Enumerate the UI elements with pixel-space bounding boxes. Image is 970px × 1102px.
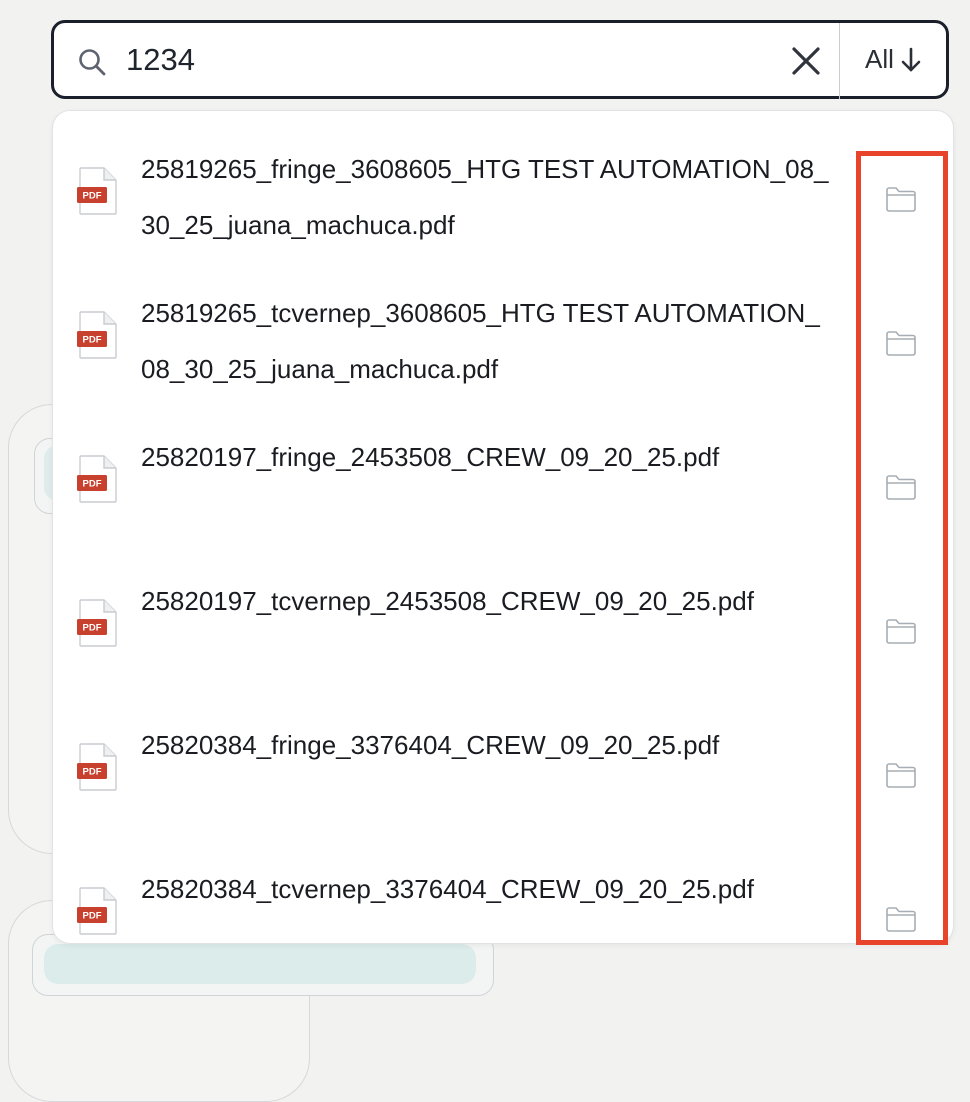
arrow-down-icon xyxy=(900,47,922,73)
pdf-badge-label: PDF xyxy=(83,335,102,346)
filter-label: All xyxy=(865,44,894,74)
pdf-file-icon: PDF xyxy=(77,455,117,503)
folder-icon[interactable] xyxy=(885,761,917,789)
pdf-badge-label: PDF xyxy=(83,767,102,778)
search-divider xyxy=(839,23,840,99)
result-item[interactable]: PDF 25820197_tcvernep_2453508_CREW_09_20_… xyxy=(53,543,953,687)
file-name: 25819265_tcvernep_3608605_HTG TEST AUTOM… xyxy=(141,298,820,384)
file-name: 25820384_fringe_3376404_CREW_09_20_25.pd… xyxy=(141,730,720,760)
file-name: 25820197_tcvernep_2453508_CREW_09_20_25.… xyxy=(141,586,754,616)
pdf-badge-label: PDF xyxy=(83,623,102,634)
result-item[interactable]: PDF 25820384_tcvernep_3376404_CREW_09_20_… xyxy=(53,831,953,943)
folder-icon[interactable] xyxy=(885,329,917,357)
close-icon xyxy=(792,47,820,75)
background-card-field-fill xyxy=(44,944,476,984)
result-item[interactable]: PDF 25820384_fringe_3376404_CREW_09_20_25… xyxy=(53,687,953,831)
folder-icon[interactable] xyxy=(885,185,917,213)
pdf-badge-label: PDF xyxy=(83,911,102,922)
pdf-file-icon: PDF xyxy=(77,311,117,359)
pdf-file-icon: PDF xyxy=(77,167,117,215)
result-item[interactable]: PDF 25820197_fringe_2453508_CREW_09_20_25… xyxy=(53,399,953,543)
file-name: 25819265_fringe_3608605_HTG TEST AUTOMAT… xyxy=(141,154,829,240)
pdf-file-icon: PDF xyxy=(77,887,117,935)
pdf-file-icon: PDF xyxy=(77,599,117,647)
pdf-badge-label: PDF xyxy=(83,191,102,202)
folder-icon[interactable] xyxy=(885,905,917,933)
search-bar: All xyxy=(51,20,949,99)
pdf-file-icon: PDF xyxy=(77,743,117,791)
clear-search-button[interactable] xyxy=(788,43,824,79)
filter-dropdown-button[interactable]: All xyxy=(841,23,946,96)
file-name: 25820197_fringe_2453508_CREW_09_20_25.pd… xyxy=(141,442,720,472)
file-name: 25820384_tcvernep_3376404_CREW_09_20_25.… xyxy=(141,874,754,904)
search-results-dropdown: PDF 25819265_fringe_3608605_HTG TEST AUTO… xyxy=(52,110,954,944)
folder-icon[interactable] xyxy=(885,473,917,501)
pdf-badge-label: PDF xyxy=(83,479,102,490)
result-item[interactable]: PDF 25819265_fringe_3608605_HTG TEST AUTO… xyxy=(53,111,953,255)
folder-icon[interactable] xyxy=(885,617,917,645)
search-input[interactable] xyxy=(126,35,686,85)
result-item[interactable]: PDF 25819265_tcvernep_3608605_HTG TEST AU… xyxy=(53,255,953,399)
search-icon xyxy=(77,47,107,77)
